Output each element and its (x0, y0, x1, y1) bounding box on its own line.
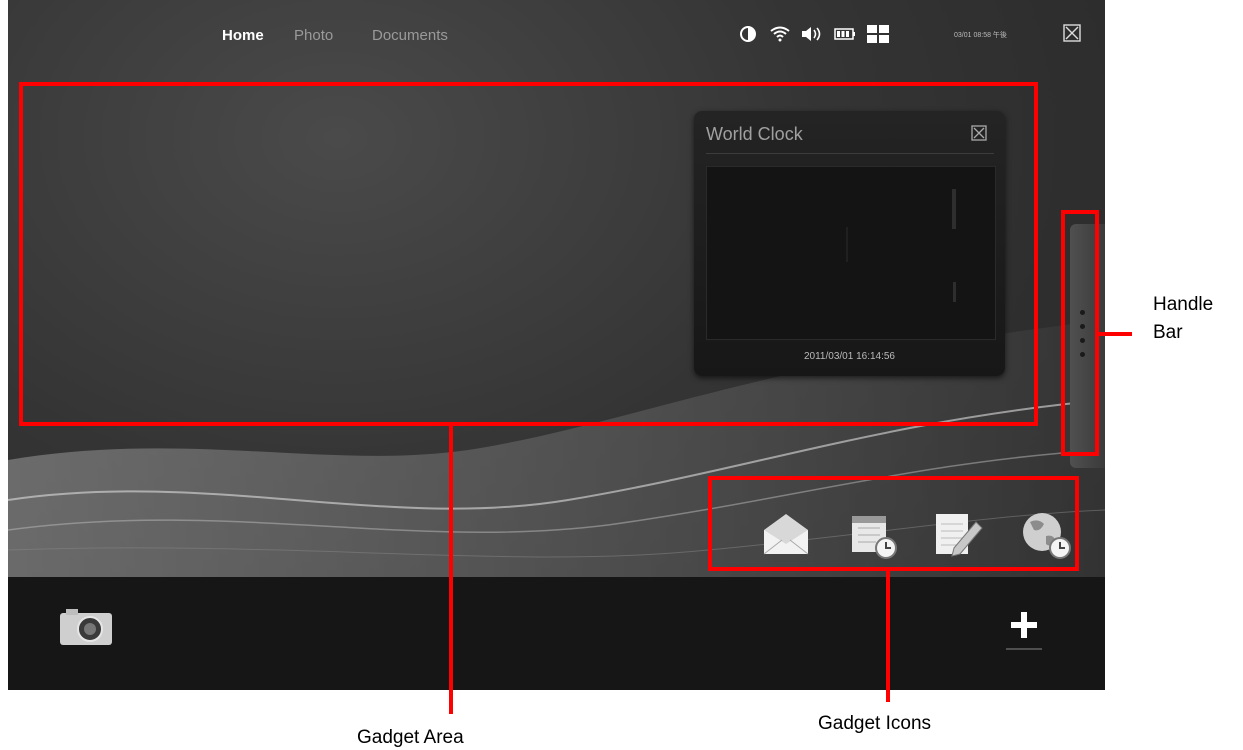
wifi-icon[interactable] (768, 24, 792, 44)
gadget-area-label: Gadget Area (357, 727, 464, 748)
gadget-area-callout-line (449, 424, 453, 714)
handle-bar-callout-line (1096, 332, 1132, 336)
brightness-icon[interactable] (738, 24, 758, 44)
close-icon[interactable] (1063, 24, 1081, 42)
camera-icon[interactable] (58, 607, 114, 647)
battery-icon[interactable] (833, 24, 857, 44)
tab-home[interactable]: Home (222, 27, 264, 44)
handle-bar-label-line1: Handle (1153, 294, 1214, 315)
top-bar: Home Photo Documents 03/01 08:58 午後 (8, 0, 1105, 70)
gadget-icons-label: Gadget Icons (818, 713, 932, 734)
volume-icon[interactable] (800, 24, 824, 44)
tab-photo[interactable]: Photo (294, 27, 333, 44)
gadget-icons-callout-line (886, 569, 890, 702)
tab-documents[interactable]: Documents (372, 27, 448, 44)
add-icon[interactable] (1004, 607, 1044, 653)
dock-bar (8, 577, 1105, 690)
handle-bar-highlight (1061, 210, 1099, 456)
grid-view-icon[interactable] (866, 24, 890, 44)
status-datetime: 03/01 08:58 午後 (954, 32, 1007, 39)
gadget-icons-highlight (708, 476, 1079, 571)
gadget-area-highlight (19, 82, 1038, 426)
handle-bar-label-line2: Bar (1153, 322, 1183, 343)
